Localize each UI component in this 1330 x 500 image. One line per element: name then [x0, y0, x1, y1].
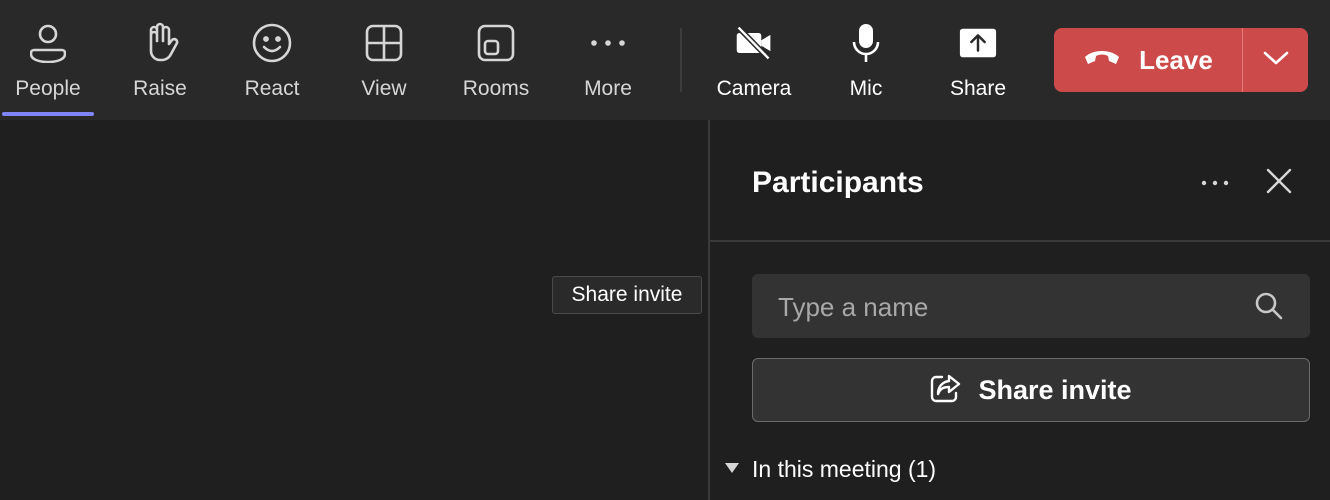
panel-title: Participants	[752, 166, 924, 199]
hand-icon	[140, 22, 180, 64]
share-button[interactable]: Share	[930, 0, 1026, 120]
share-label: Share	[949, 77, 1007, 100]
camera-label: Camera	[716, 77, 792, 100]
more-icon	[1201, 173, 1229, 191]
mic-button[interactable]: Mic	[818, 0, 914, 120]
more-label: More	[584, 77, 632, 100]
in-meeting-section-label: In this meeting (1)	[752, 456, 937, 482]
in-meeting-section-toggle[interactable]: In this meeting (1)	[724, 456, 936, 483]
triangle-down-icon	[724, 461, 740, 479]
search-icon[interactable]	[1254, 291, 1284, 326]
mic-label: Mic	[849, 77, 883, 100]
hang-up-icon	[1083, 49, 1121, 72]
more-icon	[588, 22, 628, 64]
view-label: View	[361, 77, 407, 100]
rooms-label: Rooms	[462, 77, 530, 100]
active-indicator	[2, 112, 94, 116]
grid-icon	[364, 22, 404, 64]
search-input[interactable]	[752, 274, 1260, 340]
react-button[interactable]: React	[224, 0, 320, 120]
more-button[interactable]: More	[560, 0, 656, 120]
share-icon	[958, 22, 998, 64]
react-label: React	[244, 77, 300, 100]
toolbar-divider	[680, 28, 682, 92]
camera-off-icon	[734, 22, 774, 64]
close-icon	[1266, 168, 1292, 199]
person-icon	[28, 22, 68, 64]
leave-main-button[interactable]: Leave	[1054, 28, 1242, 92]
share-invite-tooltip: Share invite	[552, 276, 702, 314]
share-invite-button[interactable]: Share invite	[752, 358, 1310, 422]
raise-label: Raise	[133, 77, 187, 100]
leave-options-button[interactable]	[1243, 28, 1308, 92]
smiley-icon	[252, 22, 292, 64]
panel-close-button[interactable]	[1262, 166, 1296, 200]
share-invite-label: Share invite	[978, 374, 1132, 405]
leave-button[interactable]: Leave	[1054, 28, 1308, 92]
meeting-toolbar: People Raise React View Rooms More Camer…	[0, 0, 1330, 120]
panel-more-button[interactable]	[1198, 168, 1232, 196]
chevron-down-icon	[1263, 51, 1289, 70]
share-invite-icon	[930, 373, 962, 408]
view-button[interactable]: View	[336, 0, 432, 120]
mic-icon	[846, 22, 886, 64]
people-label: People	[15, 77, 81, 100]
search-box	[752, 274, 1310, 340]
camera-button[interactable]: Camera	[706, 0, 802, 120]
panel-header: Participants	[710, 120, 1330, 242]
rooms-button[interactable]: Rooms	[448, 0, 544, 120]
rooms-icon	[476, 22, 516, 64]
people-button[interactable]: People	[0, 0, 96, 120]
participants-panel: Participants Type a name Share invite In…	[708, 120, 1330, 500]
leave-label: Leave	[1139, 44, 1213, 75]
raise-hand-button[interactable]: Raise	[112, 0, 208, 120]
